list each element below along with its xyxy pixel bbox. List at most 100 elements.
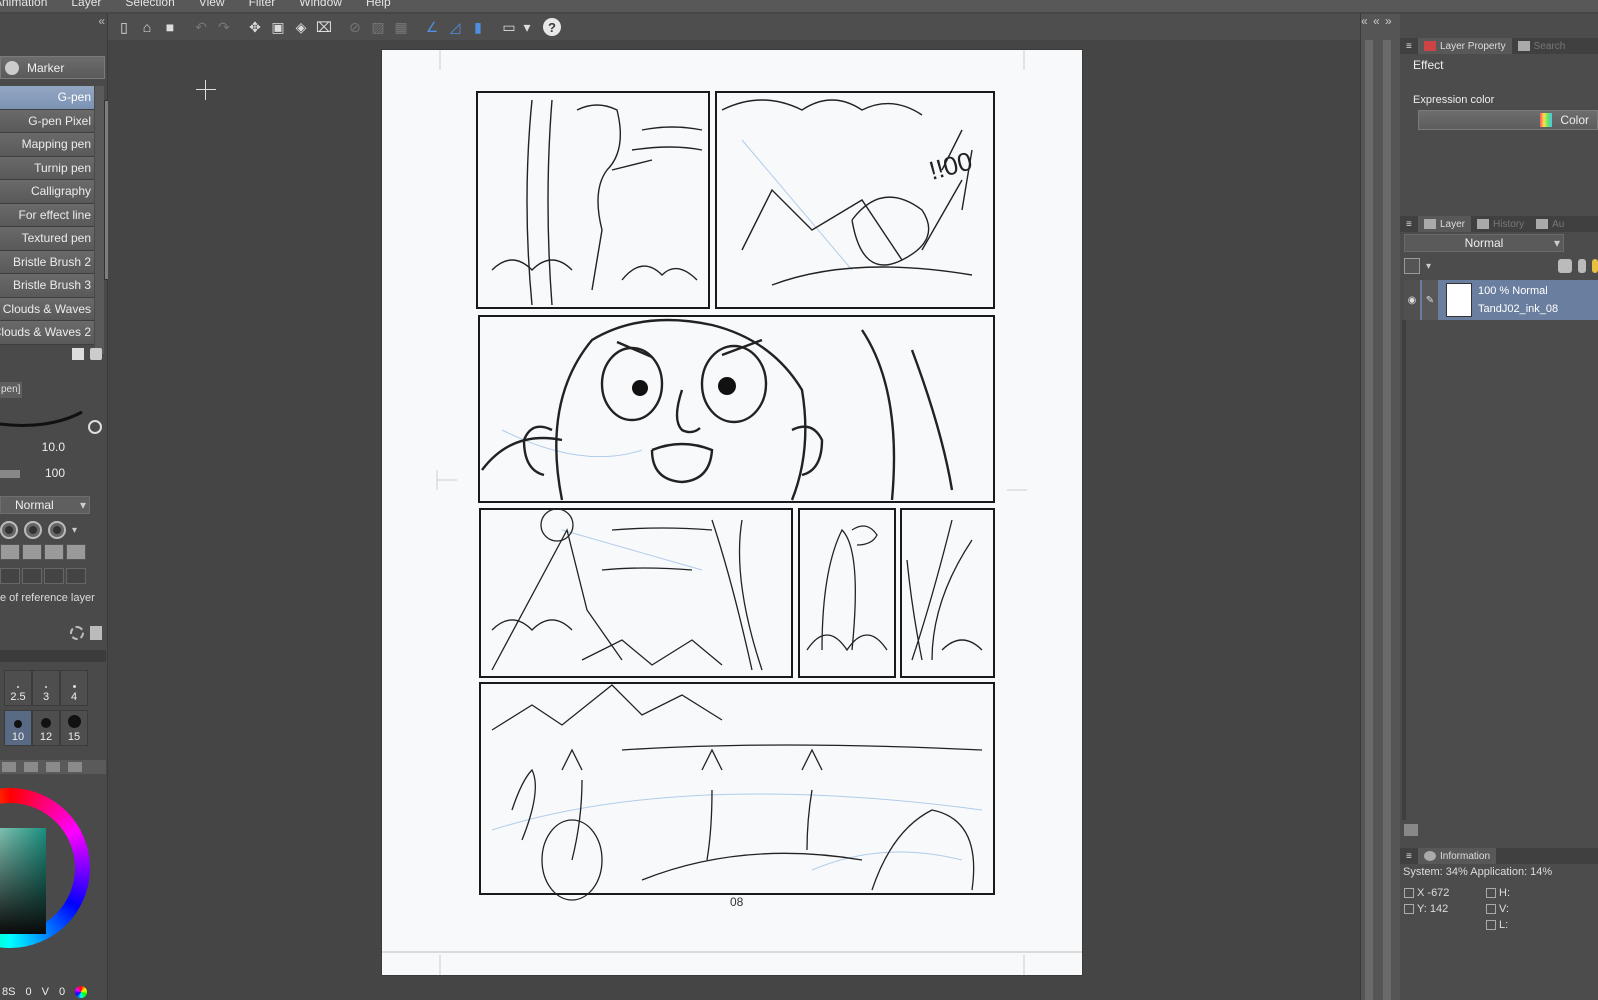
expand-right-icon[interactable]: » <box>1385 14 1392 28</box>
expression-color-select[interactable]: Color <box>1418 110 1598 130</box>
panel-menu-icon[interactable]: ≡ <box>1400 38 1418 54</box>
texture-swatches[interactable] <box>0 544 92 560</box>
eye-icon[interactable]: ◉ <box>1404 280 1420 320</box>
chevron-down-icon[interactable]: ▾ <box>72 525 77 536</box>
brush-item-turnip-pen[interactable]: Turnip pen <box>0 156 94 180</box>
pen-ruler-icon[interactable]: ▮ <box>468 17 488 37</box>
brush-item-g-pen-pixel[interactable]: G-pen Pixel <box>0 109 94 133</box>
snap-icon[interactable]: ⊘ <box>345 17 365 37</box>
layer-list-scrollbar[interactable] <box>1402 320 1406 820</box>
wrench-icon[interactable] <box>90 626 102 640</box>
size-2-5[interactable]: 2.5 <box>4 670 32 706</box>
saturation-value-square[interactable] <box>0 828 46 934</box>
layer-panel-menu-icon[interactable]: ≡ <box>1400 216 1418 232</box>
collapse-middle-icon[interactable]: « <box>1373 14 1380 28</box>
snap-grid-icon[interactable]: ▨ <box>368 17 388 37</box>
ruler-icon[interactable]: ∠ <box>422 17 442 37</box>
brush-item-g-pen[interactable]: G-pen <box>0 86 94 110</box>
dock-scrollbar-right[interactable] <box>1383 40 1391 1000</box>
clip-layer-icon[interactable] <box>1558 259 1572 273</box>
scale-icon[interactable]: ⌧ <box>314 17 334 37</box>
fill-icon[interactable]: ▣ <box>268 17 288 37</box>
new-brush-icon[interactable] <box>72 348 84 360</box>
layer-color-box[interactable] <box>1404 258 1420 274</box>
menu-help[interactable]: Help <box>366 0 391 8</box>
menu-animation[interactable]: Animation <box>0 0 47 8</box>
layer-tabs: ≡ Layer History Au <box>1400 216 1598 232</box>
color-set-tab[interactable] <box>24 762 38 772</box>
info-panel-menu-icon[interactable]: ≡ <box>1400 848 1418 864</box>
special-ruler-icon[interactable]: ◿ <box>445 17 465 37</box>
blend-mode-select[interactable]: Normal <box>0 496 90 514</box>
tab-layer-property[interactable]: Layer Property <box>1418 38 1512 54</box>
tab-auto-actions[interactable]: Au <box>1530 216 1570 232</box>
layer-blend-mode-select[interactable]: Normal <box>1404 234 1564 252</box>
trash-icon[interactable] <box>90 348 102 360</box>
zoom-icon[interactable] <box>88 420 102 434</box>
open-icon[interactable]: ⌂ <box>137 17 157 37</box>
tab-layer[interactable]: Layer <box>1418 216 1472 232</box>
help-icon[interactable]: ? <box>543 18 561 36</box>
layer-stack-icon[interactable] <box>1404 824 1418 836</box>
brush-size-row[interactable]: 10.0 <box>0 438 105 456</box>
collapse-icon[interactable]: « <box>98 14 105 28</box>
brush-item-bristle-brush-3[interactable]: Bristle Brush 3 <box>0 274 94 298</box>
dock-scrollbar-left[interactable] <box>1365 40 1373 1000</box>
brush-item-bristle-brush-2[interactable]: Bristle Brush 2 <box>0 250 94 274</box>
size-15[interactable]: 15 <box>60 710 88 746</box>
collapse-left-icon[interactable]: « <box>1361 14 1368 28</box>
lock-icon[interactable] <box>1592 259 1598 273</box>
new-icon[interactable]: ▯ <box>114 17 134 37</box>
brush-item-textured-pen[interactable]: Textured pen <box>0 227 94 251</box>
capture-icon[interactable]: ▭ <box>499 17 519 37</box>
manga-page[interactable]: !!00 08 <box>382 50 1082 975</box>
tab-history[interactable]: History <box>1471 216 1530 232</box>
menu-selection[interactable]: Selection <box>125 0 174 8</box>
reference-layer-icon[interactable] <box>1578 259 1586 273</box>
menu-layer[interactable]: Layer <box>71 0 101 8</box>
antialias-none[interactable] <box>0 521 18 539</box>
layer-item[interactable]: ◉ ✎ 100 % Normal TandJ02_ink_08 <box>1404 280 1598 320</box>
menu-filter[interactable]: Filter <box>249 0 276 8</box>
antialias-strong[interactable] <box>48 521 66 539</box>
brush-item-mapping-pen[interactable]: Mapping pen <box>0 133 94 157</box>
color-slider-tab[interactable] <box>68 762 82 772</box>
color-wheel-panel[interactable] <box>0 776 106 996</box>
chevron-down-icon[interactable]: ▾ <box>1426 261 1431 272</box>
grid-icon[interactable]: ▦ <box>391 17 411 37</box>
brush-list-scrollbar[interactable] <box>95 86 111 354</box>
transform-icon[interactable]: ✥ <box>245 17 265 37</box>
size-10[interactable]: 10 <box>4 710 32 746</box>
size-12[interactable]: 12 <box>32 710 60 746</box>
v-icon <box>1486 904 1496 915</box>
tab-search[interactable]: Search <box>1512 38 1572 54</box>
redo-icon[interactable]: ↷ <box>214 17 234 37</box>
brush-group-header[interactable]: Marker <box>0 56 105 79</box>
color-wheel-tab[interactable] <box>2 762 16 772</box>
brush-size-value[interactable]: 10.0 <box>42 440 65 454</box>
brush-item-calligraphy[interactable]: Calligraphy <box>0 180 94 204</box>
color-mode-icon[interactable] <box>75 986 88 998</box>
tab-information[interactable]: Information <box>1418 848 1497 864</box>
opacity-value[interactable]: 100 <box>45 466 65 480</box>
edit-pen-icon[interactable]: ✎ <box>1422 280 1438 320</box>
intermediate-color-tab[interactable] <box>46 762 60 772</box>
menu-window[interactable]: Window <box>299 0 342 8</box>
mesh-icon[interactable]: ◈ <box>291 17 311 37</box>
save-icon[interactable]: ■ <box>160 17 180 37</box>
canvas-area[interactable]: !!00 08 <box>108 40 1360 1000</box>
opacity-slider[interactable] <box>0 470 20 478</box>
brush-item-clouds-waves-2[interactable]: Clouds & Waves 2 <box>0 321 94 345</box>
chevron-down-icon[interactable]: ▾ <box>522 17 532 37</box>
reference-swatches[interactable] <box>0 568 92 584</box>
size-3[interactable]: 3 <box>32 670 60 706</box>
antialias-weak[interactable] <box>24 521 42 539</box>
layer-name[interactable]: TandJ02_ink_08 <box>1478 300 1558 318</box>
brush-item-clouds-waves[interactable]: Clouds & Waves <box>0 297 94 321</box>
tool-property-tab[interactable]: pen] <box>0 382 22 398</box>
undo-icon[interactable]: ↶ <box>191 17 211 37</box>
size-4[interactable]: 4 <box>60 670 88 706</box>
settings-icon[interactable] <box>70 626 84 640</box>
brush-item-effect-line[interactable]: For effect line <box>0 203 94 227</box>
menu-view[interactable]: View <box>199 0 225 8</box>
